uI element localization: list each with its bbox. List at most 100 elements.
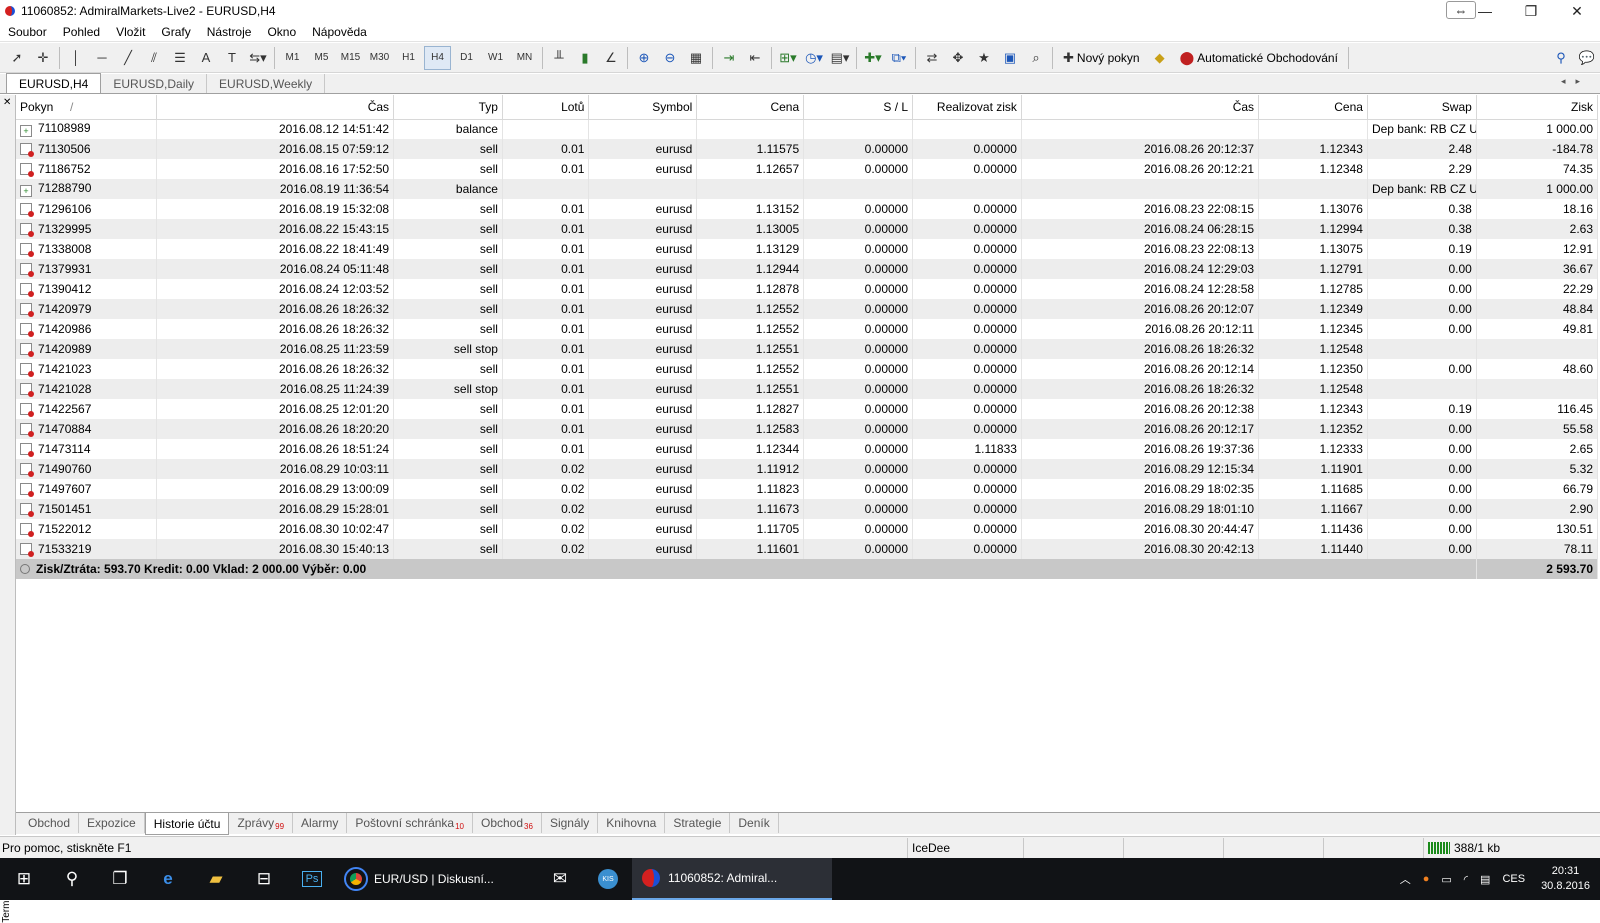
menu-napoveda[interactable]: Nápověda bbox=[304, 25, 375, 39]
table-row[interactable]: 71533219 2016.08.30 15:40:13 sell 0.02 eurus… bbox=[16, 539, 1598, 559]
timeframe-h4[interactable]: H4 bbox=[424, 45, 451, 70]
timeframe-d1[interactable]: D1 bbox=[453, 46, 480, 70]
favorites-icon[interactable]: ★ bbox=[972, 46, 996, 70]
column-header-cas[interactable]: Čas bbox=[156, 95, 395, 120]
arrows-icon[interactable]: ⇆▾ bbox=[246, 46, 270, 70]
close-icon[interactable]: ✕ bbox=[1554, 0, 1600, 22]
battery-icon[interactable]: ▭ bbox=[1435, 873, 1457, 886]
trendline-icon[interactable]: ╱ bbox=[116, 46, 140, 70]
auto-trading-button[interactable]: ⬤ Automatické Obchodování bbox=[1174, 46, 1344, 70]
zoom-in-icon[interactable]: ⊕ bbox=[632, 46, 656, 70]
navigator-icon[interactable]: ✥ bbox=[946, 46, 970, 70]
menu-vlozit[interactable]: Vložit bbox=[108, 25, 153, 39]
table-row[interactable]: 71130506 2016.08.15 07:59:12 sell 0.01 eurus… bbox=[16, 139, 1598, 159]
tile-windows-icon[interactable]: ▦ bbox=[684, 46, 708, 70]
photoshop-icon[interactable]: Ps bbox=[288, 858, 336, 900]
table-row[interactable]: 71420986 2016.08.26 18:26:32 sell 0.01 eurus… bbox=[16, 319, 1598, 339]
bar-chart-icon[interactable]: ╨ bbox=[547, 46, 571, 70]
close-terminal-icon[interactable]: ✕ bbox=[3, 97, 11, 108]
menu-grafy[interactable]: Grafy bbox=[153, 25, 198, 39]
table-row[interactable]: 71422567 2016.08.25 12:01:20 sell 0.01 eurus… bbox=[16, 399, 1598, 419]
tray-chevron-up-icon[interactable]: ︿ bbox=[1394, 871, 1417, 887]
table-row[interactable]: 71338008 2016.08.22 18:41:49 sell 0.01 eurus… bbox=[16, 239, 1598, 259]
language-indicator[interactable]: CES bbox=[1496, 873, 1531, 885]
tab-alarmy[interactable]: Alarmy bbox=[293, 813, 348, 833]
cursor-icon[interactable]: ➚ bbox=[5, 46, 29, 70]
new-chart-icon[interactable]: ✚▾ bbox=[861, 46, 885, 70]
task-view-icon[interactable]: ❐ bbox=[96, 858, 144, 900]
table-row[interactable]: 71473114 2016.08.26 18:51:24 sell 0.01 eurus… bbox=[16, 439, 1598, 459]
profiles-icon[interactable]: ⧉▾ bbox=[887, 46, 911, 70]
crosshair-icon[interactable]: ✛ bbox=[31, 46, 55, 70]
table-row[interactable]: 71497607 2016.08.29 13:00:09 sell 0.02 eurus… bbox=[16, 479, 1598, 499]
text-icon[interactable]: A bbox=[194, 46, 218, 70]
tab-obchod[interactable]: Obchod bbox=[20, 813, 80, 833]
horizontal-line-icon[interactable]: ─ bbox=[90, 46, 114, 70]
tab-expozice[interactable]: Expozice bbox=[79, 813, 145, 833]
text-label-icon[interactable]: T bbox=[220, 46, 244, 70]
tab-zpravy[interactable]: Zprávy 99 bbox=[229, 813, 294, 833]
windows-start-icon[interactable]: ⊞ bbox=[0, 858, 48, 900]
tab-obchod-market[interactable]: Obchod 36 bbox=[473, 813, 542, 833]
tab-strategie[interactable]: Strategie bbox=[665, 813, 731, 833]
chart-tab-eurusd-weekly[interactable]: EURUSD,Weekly bbox=[207, 74, 326, 93]
column-header-cas-close[interactable]: Čas bbox=[1021, 95, 1260, 120]
timeframe-mn[interactable]: MN bbox=[511, 46, 538, 70]
timeframe-w1[interactable]: W1 bbox=[482, 46, 509, 70]
table-row[interactable]: 71421028 2016.08.25 11:24:39 sell stop 0.01… bbox=[16, 379, 1598, 399]
zoom-out-icon[interactable]: ⊖ bbox=[658, 46, 682, 70]
chart-tab-eurusd-daily[interactable]: EURUSD,Daily bbox=[101, 74, 208, 93]
templates-icon[interactable]: ▤▾ bbox=[828, 46, 852, 70]
mail-icon[interactable]: ✉ bbox=[536, 858, 584, 900]
kis-icon[interactable]: KIS bbox=[584, 858, 632, 900]
tab-signaly[interactable]: Signály bbox=[542, 813, 599, 833]
table-row[interactable]: 71420989 2016.08.25 11:23:59 sell stop 0.01… bbox=[16, 339, 1598, 359]
store-icon[interactable]: ⊟ bbox=[240, 858, 288, 900]
tray-avast-icon[interactable]: ● bbox=[1417, 873, 1436, 885]
metaeditor-icon[interactable]: ◆ bbox=[1148, 46, 1172, 70]
tab-postovni-schranka[interactable]: Poštovní schránka 10 bbox=[347, 813, 473, 833]
column-header-swap[interactable]: Swap bbox=[1367, 95, 1477, 120]
timeframe-m5[interactable]: M5 bbox=[308, 46, 335, 70]
timeframe-m1[interactable]: M1 bbox=[279, 46, 306, 70]
timeframe-m30[interactable]: M30 bbox=[366, 46, 393, 70]
candlestick-icon[interactable]: ▮ bbox=[573, 46, 597, 70]
search-icon[interactable]: ⚲ bbox=[1549, 46, 1573, 70]
column-header-sl[interactable]: S / L bbox=[803, 95, 914, 120]
wifi-icon[interactable]: ◜ bbox=[1458, 873, 1474, 886]
terminal-icon[interactable]: ▣ bbox=[998, 46, 1022, 70]
menu-okno[interactable]: Okno bbox=[259, 25, 304, 39]
market-watch-icon[interactable]: ⇄ bbox=[920, 46, 944, 70]
tab-scroll-arrows-icon[interactable]: ◂▸ bbox=[1561, 76, 1590, 87]
vertical-line-icon[interactable]: │ bbox=[64, 46, 88, 70]
periods-icon[interactable]: ◷▾ bbox=[802, 46, 826, 70]
table-row[interactable]: 71522012 2016.08.30 10:02:47 sell 0.02 eurus… bbox=[16, 519, 1598, 539]
column-header-typ[interactable]: Typ bbox=[393, 95, 503, 120]
chart-shift-icon[interactable]: ⇤ bbox=[743, 46, 767, 70]
tab-knihovna[interactable]: Knihovna bbox=[598, 813, 666, 833]
table-row[interactable]: 71390412 2016.08.24 12:03:52 sell 0.01 eurus… bbox=[16, 279, 1598, 299]
column-header-cena[interactable]: Cena bbox=[696, 95, 805, 120]
taskbar-app-metatrader[interactable]: 11060852: Admiral... bbox=[632, 858, 832, 900]
minimize-icon[interactable]: — bbox=[1462, 0, 1508, 22]
column-header-pokyn[interactable]: Pokyn / bbox=[16, 95, 157, 120]
column-header-cena-close[interactable]: Cena bbox=[1258, 95, 1368, 120]
tab-denik[interactable]: Deník bbox=[730, 813, 779, 833]
channel-icon[interactable]: ⫽ bbox=[142, 46, 166, 70]
column-header-tp[interactable]: Realizovat zisk bbox=[912, 95, 1022, 120]
chat-icon[interactable]: 💬 bbox=[1575, 46, 1599, 70]
tab-historie-uctu[interactable]: Historie účtu bbox=[144, 813, 230, 835]
table-row[interactable]: 71379931 2016.08.24 05:11:48 sell 0.01 eurus… bbox=[16, 259, 1598, 279]
edge-icon[interactable]: e bbox=[144, 858, 192, 900]
table-row[interactable]: 71470884 2016.08.26 18:20:20 sell 0.01 eurus… bbox=[16, 419, 1598, 439]
column-header-zisk[interactable]: Zisk bbox=[1476, 95, 1598, 120]
table-row[interactable]: 71329995 2016.08.22 15:43:15 sell 0.01 eurus… bbox=[16, 219, 1598, 239]
tester-icon[interactable]: ⌕ bbox=[1024, 46, 1048, 70]
indicators-icon[interactable]: ⊞▾ bbox=[776, 46, 800, 70]
auto-scroll-icon[interactable]: ⇥ bbox=[717, 46, 741, 70]
column-header-symbol[interactable]: Symbol bbox=[588, 95, 698, 120]
timeframe-m15[interactable]: M15 bbox=[337, 46, 364, 70]
table-row[interactable]: 71421023 2016.08.26 18:26:32 sell 0.01 eurus… bbox=[16, 359, 1598, 379]
table-row[interactable]: 71186752 2016.08.16 17:52:50 sell 0.01 eurus… bbox=[16, 159, 1598, 179]
table-row[interactable]: 71490760 2016.08.29 10:03:11 sell 0.02 eurus… bbox=[16, 459, 1598, 479]
